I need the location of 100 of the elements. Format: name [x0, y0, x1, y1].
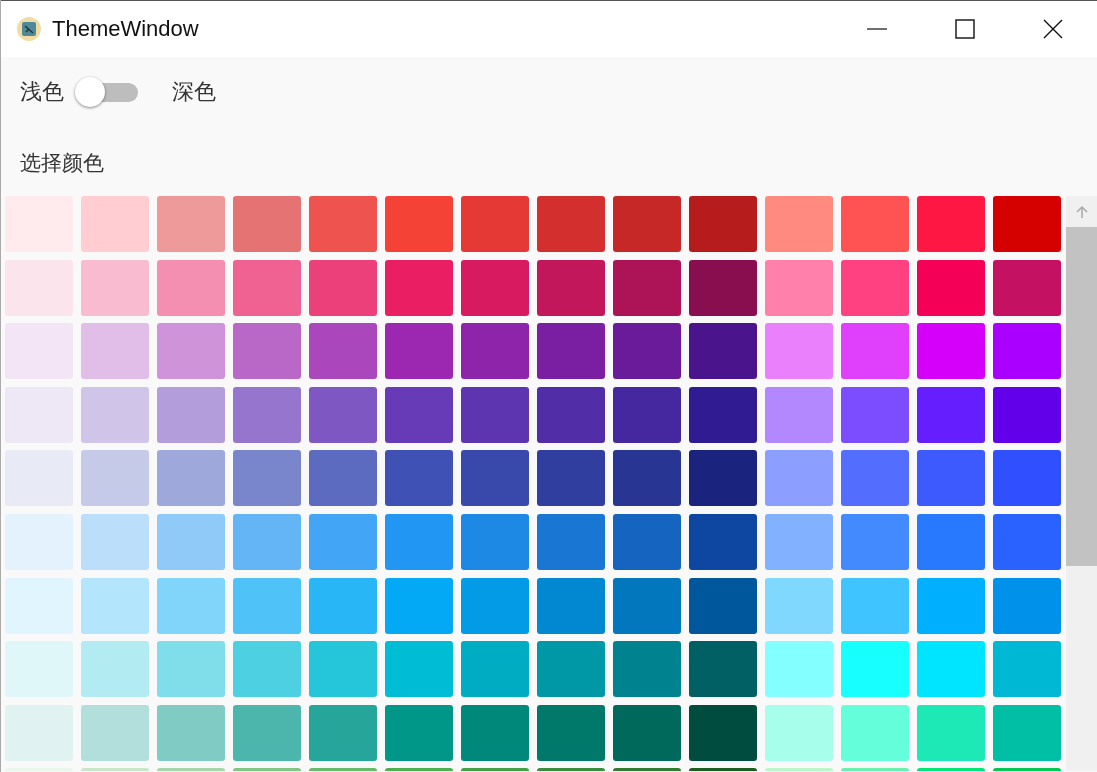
color-swatch[interactable] — [385, 577, 453, 634]
color-swatch[interactable] — [309, 513, 377, 570]
color-swatch[interactable] — [917, 577, 985, 634]
color-swatch[interactable] — [81, 513, 149, 570]
color-swatch[interactable] — [157, 196, 225, 252]
color-swatch[interactable] — [689, 513, 757, 570]
color-swatch[interactable] — [157, 323, 225, 380]
color-swatch[interactable] — [613, 323, 681, 380]
color-swatch[interactable] — [461, 704, 529, 761]
color-swatch[interactable] — [537, 386, 605, 443]
color-swatch[interactable] — [841, 577, 909, 634]
color-swatch[interactable] — [537, 196, 605, 252]
color-swatch[interactable] — [157, 386, 225, 443]
scrollbar-thumb[interactable] — [1066, 227, 1097, 566]
color-swatch[interactable] — [841, 196, 909, 252]
color-swatch[interactable] — [157, 704, 225, 761]
color-swatch[interactable] — [233, 513, 301, 570]
theme-toggle[interactable] — [78, 80, 138, 104]
color-swatch[interactable] — [613, 513, 681, 570]
color-swatch[interactable] — [309, 450, 377, 507]
color-swatch[interactable] — [841, 450, 909, 507]
color-swatch[interactable] — [461, 450, 529, 507]
color-swatch[interactable] — [765, 196, 833, 252]
color-swatch[interactable] — [81, 196, 149, 252]
color-swatch[interactable] — [233, 577, 301, 634]
color-swatch[interactable] — [461, 641, 529, 698]
color-swatch[interactable] — [613, 577, 681, 634]
color-swatch[interactable] — [537, 704, 605, 761]
color-swatch[interactable] — [993, 513, 1061, 570]
color-swatch[interactable] — [917, 704, 985, 761]
color-swatch[interactable] — [537, 450, 605, 507]
color-swatch[interactable] — [5, 577, 73, 634]
color-swatch[interactable] — [233, 641, 301, 698]
color-swatch[interactable] — [689, 196, 757, 252]
color-swatch[interactable] — [233, 196, 301, 252]
color-swatch[interactable] — [613, 386, 681, 443]
color-swatch[interactable] — [157, 577, 225, 634]
color-swatch[interactable] — [993, 196, 1061, 252]
color-swatch[interactable] — [309, 196, 377, 252]
color-swatch[interactable] — [765, 323, 833, 380]
color-swatch[interactable] — [461, 259, 529, 316]
color-swatch[interactable] — [81, 386, 149, 443]
color-swatch[interactable] — [765, 641, 833, 698]
color-swatch[interactable] — [917, 196, 985, 252]
color-swatch[interactable] — [841, 641, 909, 698]
color-swatch[interactable] — [841, 259, 909, 316]
color-swatch[interactable] — [765, 450, 833, 507]
color-swatch[interactable] — [233, 450, 301, 507]
color-swatch[interactable] — [385, 196, 453, 252]
color-swatch[interactable] — [461, 323, 529, 380]
color-swatch[interactable] — [917, 450, 985, 507]
color-swatch[interactable] — [689, 259, 757, 316]
color-swatch[interactable] — [537, 513, 605, 570]
color-swatch[interactable] — [917, 323, 985, 380]
color-swatch[interactable] — [613, 450, 681, 507]
color-swatch[interactable] — [81, 704, 149, 761]
color-swatch[interactable] — [233, 259, 301, 316]
color-swatch[interactable] — [613, 704, 681, 761]
color-swatch[interactable] — [385, 513, 453, 570]
color-swatch[interactable] — [385, 704, 453, 761]
color-swatch[interactable] — [613, 641, 681, 698]
color-swatch[interactable] — [765, 513, 833, 570]
color-swatch[interactable] — [309, 641, 377, 698]
scrollbar[interactable] — [1066, 196, 1097, 771]
color-swatch[interactable] — [5, 641, 73, 698]
color-swatch[interactable] — [233, 323, 301, 380]
color-swatch[interactable] — [917, 259, 985, 316]
color-swatch[interactable] — [233, 704, 301, 761]
color-swatch[interactable] — [233, 386, 301, 443]
color-swatch[interactable] — [385, 386, 453, 443]
color-swatch[interactable] — [841, 323, 909, 380]
color-swatch[interactable] — [917, 386, 985, 443]
color-swatch[interactable] — [993, 641, 1061, 698]
color-swatch[interactable] — [309, 323, 377, 380]
color-swatch[interactable] — [537, 259, 605, 316]
color-swatch[interactable] — [841, 386, 909, 443]
color-swatch[interactable] — [309, 386, 377, 443]
color-swatch[interactable] — [537, 641, 605, 698]
color-swatch[interactable] — [385, 323, 453, 380]
color-swatch[interactable] — [689, 323, 757, 380]
color-swatch[interactable] — [81, 323, 149, 380]
color-swatch[interactable] — [461, 386, 529, 443]
color-swatch[interactable] — [841, 513, 909, 570]
color-swatch[interactable] — [993, 577, 1061, 634]
color-swatch[interactable] — [157, 259, 225, 316]
color-swatch[interactable] — [993, 704, 1061, 761]
color-swatch[interactable] — [5, 704, 73, 761]
color-swatch[interactable] — [765, 577, 833, 634]
color-swatch[interactable] — [157, 513, 225, 570]
color-swatch[interactable] — [689, 704, 757, 761]
color-swatch[interactable] — [309, 577, 377, 634]
color-swatch[interactable] — [385, 259, 453, 316]
color-swatch[interactable] — [765, 259, 833, 316]
color-swatch[interactable] — [309, 259, 377, 316]
color-swatch[interactable] — [765, 386, 833, 443]
color-swatch[interactable] — [993, 323, 1061, 380]
color-swatch[interactable] — [385, 450, 453, 507]
color-swatch[interactable] — [613, 196, 681, 252]
color-swatch[interactable] — [81, 641, 149, 698]
color-swatch[interactable] — [689, 577, 757, 634]
